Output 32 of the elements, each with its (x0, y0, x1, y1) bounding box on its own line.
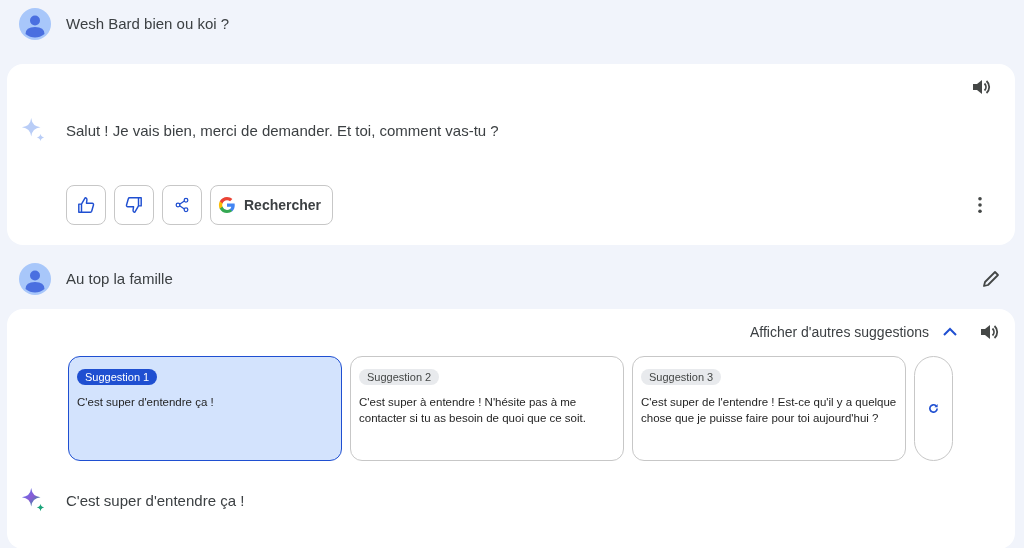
google-g-icon (218, 196, 236, 214)
prompt-text: Au top la famille (66, 270, 173, 287)
pencil-icon[interactable] (981, 268, 1001, 289)
thumbs-down-button[interactable] (114, 185, 154, 225)
suggestion-label: Suggestion 2 (359, 369, 440, 385)
sparkle-icon (21, 487, 47, 513)
user-avatar-icon (19, 262, 51, 295)
suggestion-text: C'est super de l'entendre ! Est-ce qu'il y a quelque chose que je puisse faire pour toi aujourd'hui ? (641, 395, 897, 426)
suggestion-label: Suggestion 3 (641, 369, 722, 385)
suggestion-card[interactable]: Suggestion 3 C'est super de l'entendre ! Est-ce qu'il y a quelque chose que je puisse faire pour toi aujourd'hui ? (632, 356, 906, 461)
user-avatar-icon (19, 7, 51, 40)
share-button[interactable] (162, 185, 202, 225)
search-button[interactable]: Rechercher (210, 185, 334, 225)
suggestion-text: C'est super d'entendre ça ! (77, 395, 214, 410)
thumbs-down-icon (125, 196, 143, 214)
more-options-icon[interactable] (977, 196, 983, 214)
suggestion-label: Suggestion 1 (77, 369, 158, 385)
chevron-icon (943, 327, 957, 337)
sparkle-icon (21, 117, 47, 143)
speaker-icon[interactable] (971, 77, 991, 97)
response-text: C'est super d'entendre ça ! (66, 491, 245, 509)
suggestion-card[interactable]: Suggestion 1 C'est super d'entendre ça ! (68, 356, 342, 461)
speaker-icon[interactable] (979, 322, 999, 342)
suggestion-text: C'est super à entendre ! N'hésite pas à me contacter si tu as besoin de quoi que ce soit. (359, 395, 587, 426)
share-icon (174, 197, 190, 213)
refresh-icon (928, 403, 939, 414)
thumbs-up-button[interactable] (66, 185, 106, 225)
more-suggestions-button[interactable]: Afficher d'autres suggestions (749, 324, 957, 340)
response-text: Salut ! Je vais bien, merci de demander. Et toi, comment vas-tu ? (66, 121, 499, 139)
thumbs-up-icon (77, 196, 95, 214)
suggestion-card[interactable]: Suggestion 2 C'est super à entendre ! N'hésite pas à me contacter si tu as besoin de quoi que ce soit. (350, 356, 624, 461)
prompt-text: Wesh Bard bien ou koi ? (66, 15, 230, 32)
